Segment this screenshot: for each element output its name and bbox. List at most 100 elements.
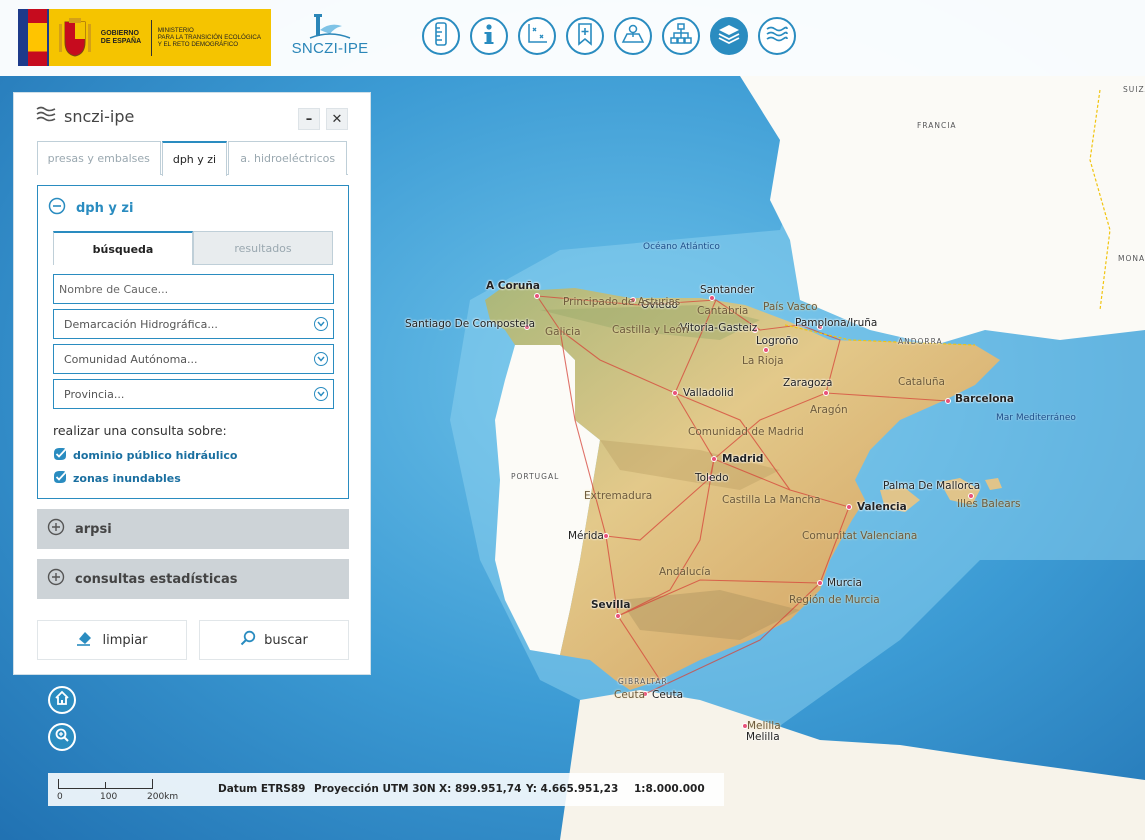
- region-label: Cantabria: [697, 305, 749, 317]
- hierarchy-button[interactable]: [662, 17, 700, 55]
- check-zonas-inundables[interactable]: zonas inundables: [53, 470, 181, 487]
- city-marker[interactable]: [817, 580, 823, 586]
- snczi-logo[interactable]: SNCZI-IPE: [290, 12, 370, 62]
- cauce-field[interactable]: [53, 274, 334, 304]
- region-label: Principado de Asturias: [563, 296, 681, 308]
- city-marker[interactable]: [763, 347, 769, 353]
- section-label: arpsi: [75, 521, 112, 537]
- comunidad-select[interactable]: Comunidad Autónoma...: [53, 344, 334, 374]
- section-spacer: [37, 599, 349, 607]
- chevron-down-icon: [314, 352, 328, 366]
- scale-label: 0: [57, 792, 63, 802]
- section-header[interactable]: dph y zi: [48, 197, 133, 219]
- ministry-line-1: MINISTERIO: [157, 27, 194, 34]
- status-bar: 0 100 200km Datum ETRS89 Proyección UTM …: [48, 773, 724, 806]
- search-label: buscar: [264, 632, 308, 648]
- city-label: Toledo: [695, 472, 729, 484]
- select-value: Provincia...: [64, 387, 125, 401]
- logo-divider: [150, 19, 152, 56]
- minimize-icon: –: [305, 111, 313, 127]
- city-label: Palma De Mallorca: [883, 480, 981, 492]
- app-name: SNCZI-IPE: [291, 40, 369, 57]
- spain-flag-icon: [27, 9, 49, 66]
- subtab-label: búsqueda: [92, 242, 154, 256]
- city-label: Madrid: [722, 453, 764, 465]
- city-label: Ceuta: [652, 689, 683, 701]
- subtab-resultados[interactable]: resultados: [193, 231, 333, 265]
- app-header: GOBIERNO DE ESPAÑA MINISTERIO PARA LA TR…: [0, 0, 1145, 76]
- clear-label: limpiar: [102, 632, 148, 648]
- sea-label: Mar Mediterráneo: [996, 413, 1076, 423]
- coordinates-button[interactable]: [518, 17, 556, 55]
- ministry-line-3: Y EL RETO DEMOGRÁFICO: [157, 41, 239, 48]
- subtab-busqueda[interactable]: búsqueda: [53, 231, 193, 265]
- collapse-icon: [48, 197, 66, 219]
- section-subtabs: búsqueda resultados: [53, 231, 334, 265]
- cauce-input[interactable]: [59, 282, 333, 296]
- tab-dph-y-zi[interactable]: dph y zi: [161, 141, 228, 176]
- search-button[interactable]: buscar: [199, 620, 349, 660]
- region-label: Castilla y León: [612, 324, 689, 336]
- clear-button[interactable]: limpiar: [37, 620, 187, 660]
- city-marker[interactable]: [672, 390, 678, 396]
- query-label: realizar una consulta sobre:: [53, 423, 227, 438]
- coordinates-icon: [525, 22, 549, 50]
- close-button[interactable]: ✕: [326, 108, 348, 130]
- city-label: Valencia: [857, 501, 907, 513]
- map-location-button[interactable]: [614, 17, 652, 55]
- section-spacer: [37, 549, 349, 557]
- region-label: País Vasco: [763, 301, 818, 313]
- government-logo[interactable]: GOBIERNO DE ESPAÑA MINISTERIO PARA LA TR…: [18, 9, 271, 66]
- check-dominio-publico[interactable]: dominio público hidráulico: [53, 447, 237, 464]
- waves-icon: [36, 106, 56, 126]
- provincia-select[interactable]: Provincia...: [53, 379, 334, 409]
- panel-tabs: presas y embalses dph y zi a. hidroeléct…: [37, 141, 348, 176]
- measure-button[interactable]: [422, 17, 460, 55]
- panel-header: snczi-ipe: [36, 106, 134, 126]
- region-label: Región de Murcia: [789, 594, 880, 606]
- city-label: Barcelona: [955, 393, 1014, 405]
- info-button[interactable]: [470, 17, 508, 55]
- tab-label: presas y embalses: [47, 152, 150, 165]
- home-button[interactable]: [48, 686, 76, 714]
- city-marker[interactable]: [945, 398, 951, 404]
- region-label: La Rioja: [742, 355, 784, 367]
- demarcacion-select[interactable]: Demarcación Hidrográfica...: [53, 309, 334, 339]
- country-label: FRANCIA: [917, 121, 957, 130]
- zoom-extent-button[interactable]: [48, 723, 76, 751]
- city-marker[interactable]: [823, 390, 829, 396]
- region-label: Galicia: [545, 326, 581, 338]
- city-marker[interactable]: [534, 293, 540, 299]
- city-marker[interactable]: [615, 613, 621, 619]
- city-marker[interactable]: [846, 504, 852, 510]
- section-label: consultas estadísticas: [75, 571, 238, 587]
- country-label: GIBRALTAR: [618, 677, 668, 686]
- city-label: Sevilla: [591, 599, 631, 611]
- layers-button[interactable]: [710, 17, 748, 55]
- minimize-button[interactable]: –: [298, 108, 320, 130]
- section-consultas-estadisticas[interactable]: consultas estadísticas: [37, 559, 349, 599]
- tab-presas-y-embalses[interactable]: presas y embalses: [37, 141, 161, 175]
- city-label: Vitoria-Gasteiz: [680, 322, 758, 334]
- country-label: MONACO: [1118, 254, 1145, 263]
- ruler-icon: [431, 22, 451, 50]
- hydrology-button[interactable]: [758, 17, 796, 55]
- dph-section: dph y zi búsqueda resultados Demarcación…: [37, 185, 349, 499]
- projection-label: Proyección UTM 30N: [314, 783, 436, 795]
- city-marker[interactable]: [711, 456, 717, 462]
- bookmark-button[interactable]: [566, 17, 604, 55]
- check-label: dominio público hidráulico: [73, 449, 238, 462]
- tab-label: a. hidroeléctricos: [240, 152, 336, 165]
- subtab-label: resultados: [234, 241, 292, 255]
- section-arpsi[interactable]: arpsi: [37, 509, 349, 549]
- checkbox-checked-icon: [53, 470, 67, 487]
- tab-aprovechamientos-hidroelectricos[interactable]: a. hidroeléctricos: [228, 141, 347, 175]
- country-label: PORTUGAL: [511, 472, 560, 481]
- chevron-down-icon: [314, 317, 328, 331]
- city-label: A Coruña: [486, 280, 540, 292]
- region-label: Cataluña: [898, 376, 945, 388]
- tab-label: dph y zi: [172, 153, 217, 166]
- waves-icon: [765, 22, 789, 50]
- ministry-line-2: PARA LA TRANSICIÓN ECOLÓGICA: [157, 34, 262, 41]
- city-label: Zaragoza: [783, 377, 833, 389]
